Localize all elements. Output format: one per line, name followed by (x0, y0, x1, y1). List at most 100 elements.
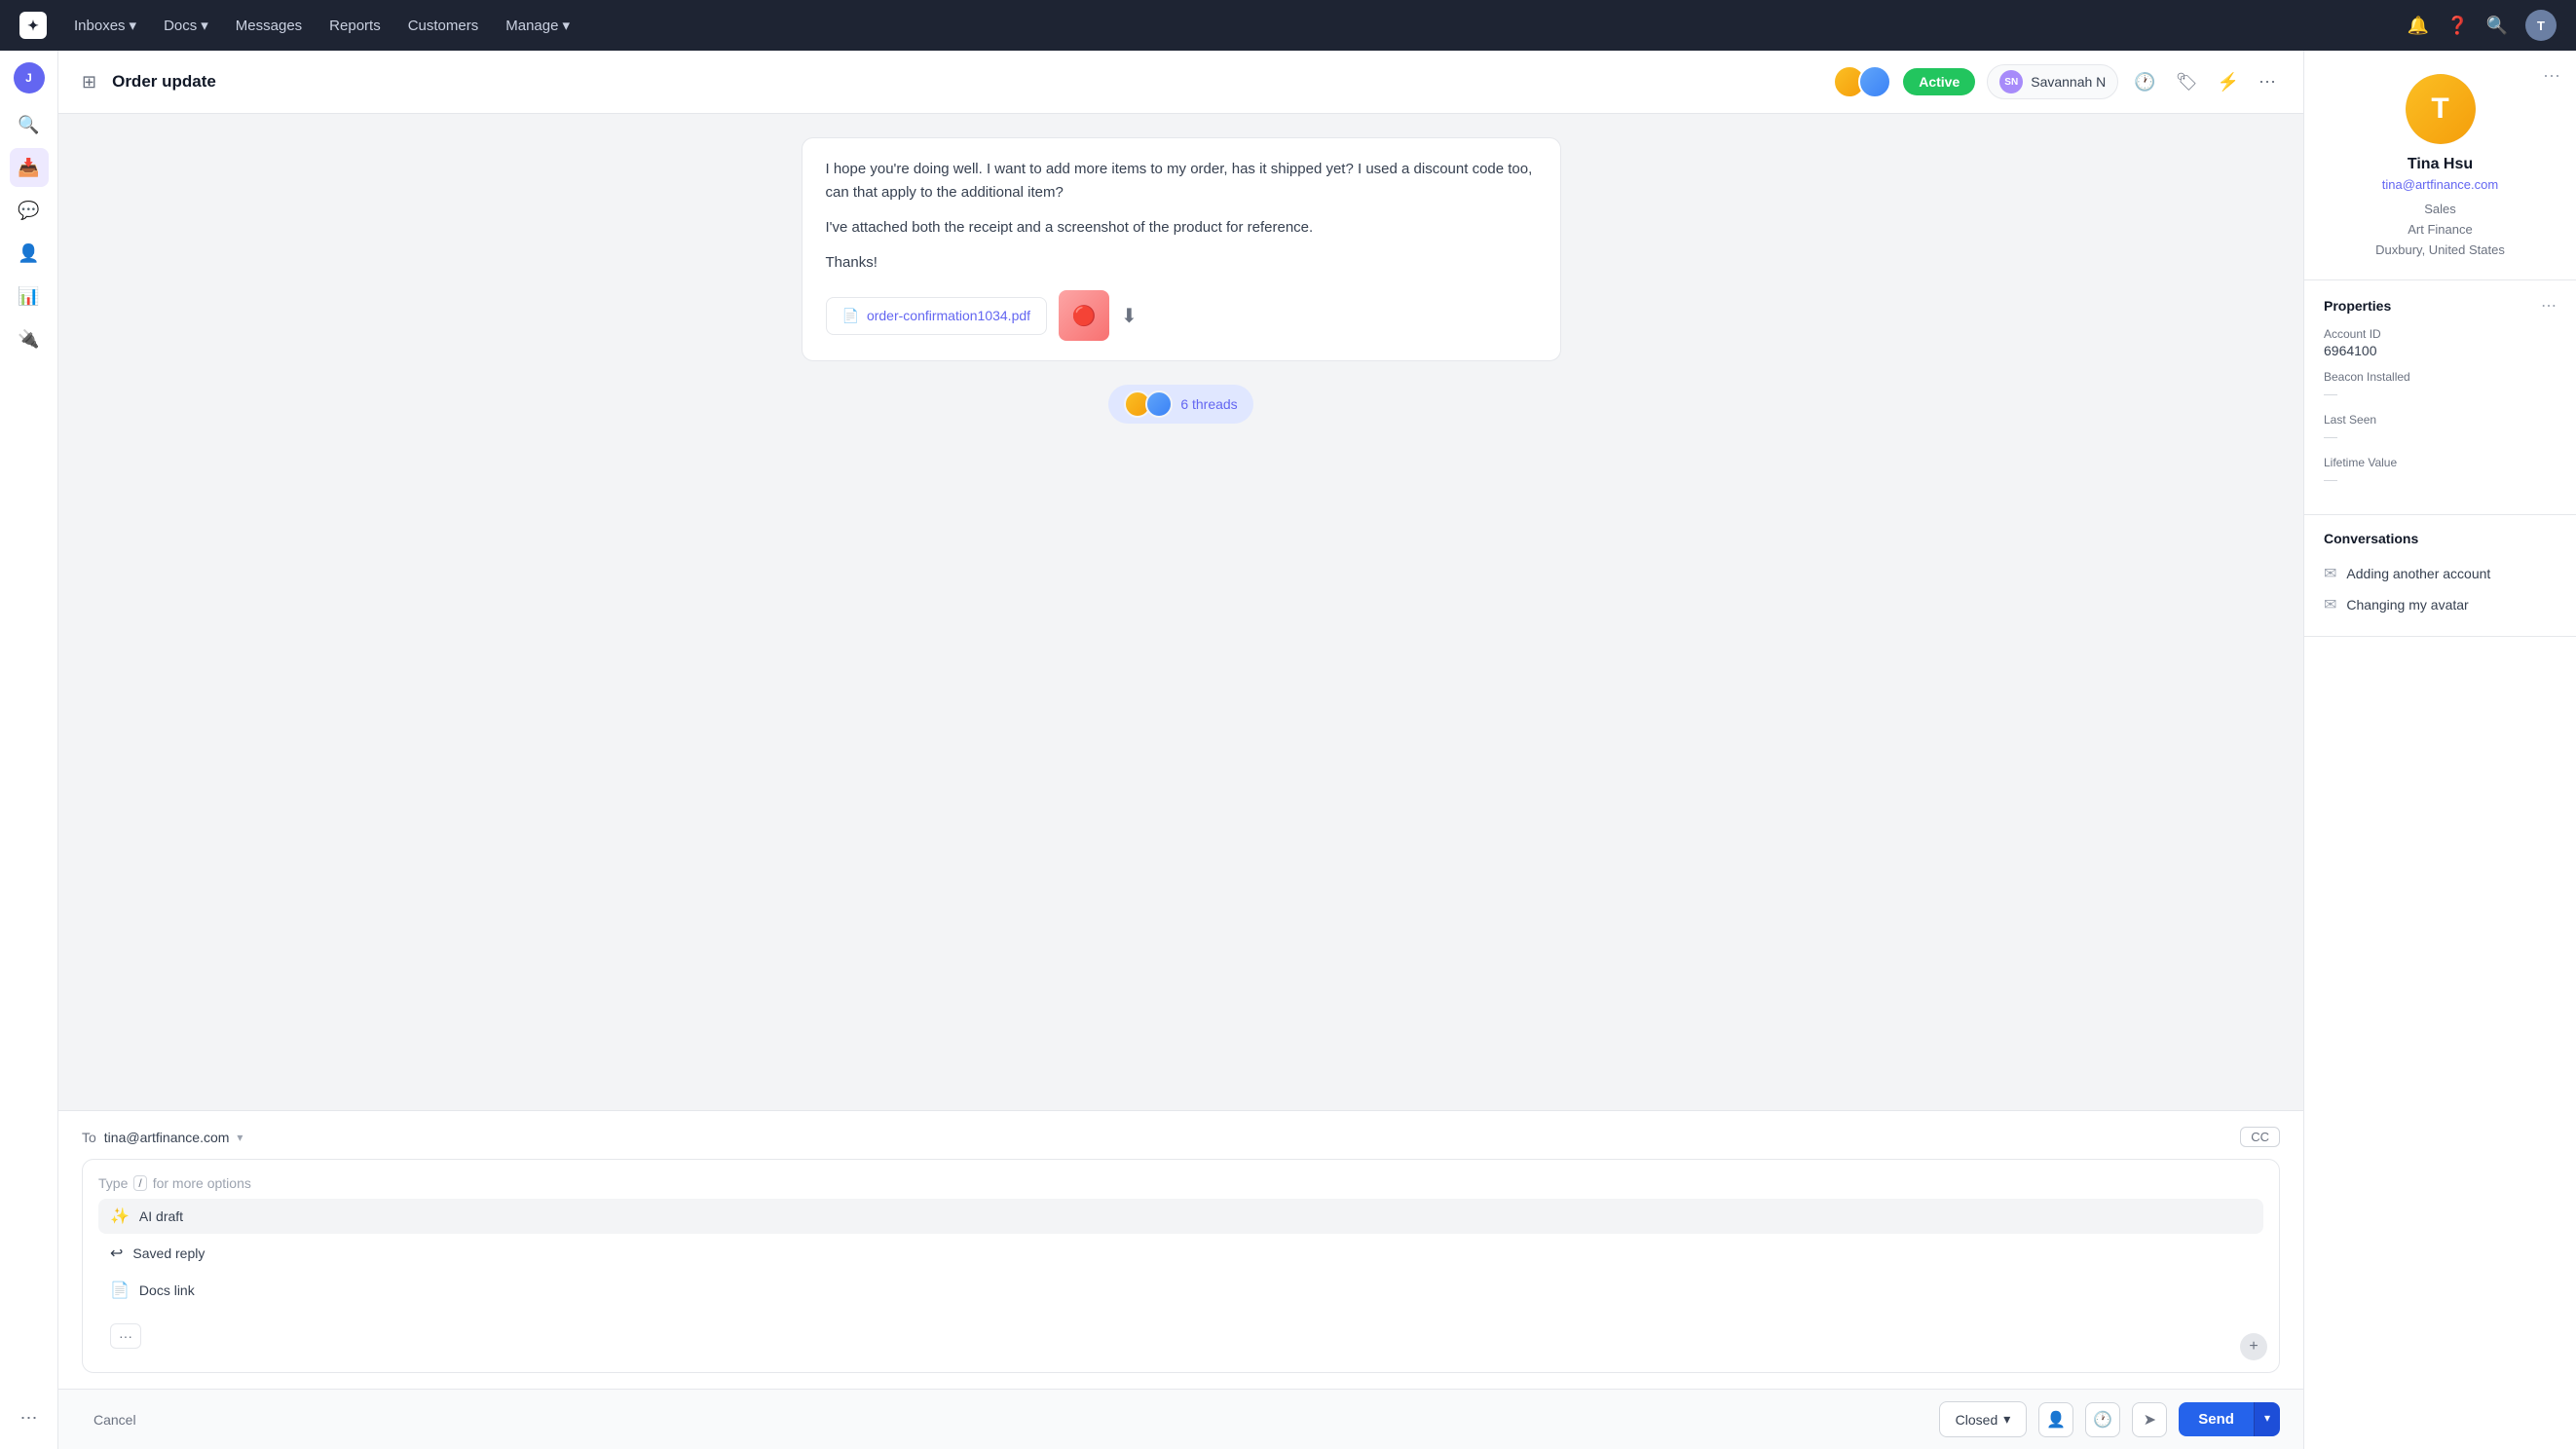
send-dropdown-button[interactable]: ▾ (2254, 1402, 2280, 1436)
cancel-button[interactable]: Cancel (82, 1404, 148, 1435)
more-icon[interactable]: ⋯ (2255, 68, 2280, 96)
assignee-name: Savannah N (2031, 74, 2106, 90)
threads-pill[interactable]: 6 threads (1108, 385, 1252, 424)
send-group: Send ▾ (2179, 1402, 2280, 1436)
agent-avatar-2 (1858, 65, 1891, 98)
account-id-value: 6964100 (2324, 343, 2557, 358)
conversations-header: Conversations (2324, 531, 2557, 546)
app-logo: ✦ (19, 12, 47, 39)
sidebar-icon-integrations[interactable]: 🔌 (10, 319, 49, 358)
send-arrow-icon-button[interactable]: ➤ (2132, 1402, 2167, 1437)
nav-docs[interactable]: Docs ▾ (164, 13, 208, 38)
properties-header: Properties ⋯ (2324, 296, 2557, 316)
agent-avatars (1833, 65, 1891, 98)
menu-item-docs-link[interactable]: 📄 Docs link (98, 1273, 2263, 1308)
closed-label: Closed (1956, 1412, 1998, 1428)
message-line-3: Thanks! (826, 251, 1537, 275)
add-attachment-button[interactable]: + (2240, 1333, 2267, 1360)
message-bubble: I hope you're doing well. I want to add … (802, 137, 1561, 361)
menu-item-ai-draft[interactable]: ✨ AI draft (98, 1199, 2263, 1234)
nav-reports[interactable]: Reports (329, 14, 381, 38)
saved-reply-icon: ↩ (110, 1244, 123, 1263)
download-icon[interactable]: ⬇ (1121, 304, 1138, 328)
sidebar-icon-contacts[interactable]: 👤 (10, 234, 49, 273)
panel-toggle-icon[interactable]: ⊞ (82, 72, 96, 93)
tag-icon[interactable]: 🏷 (2172, 68, 2202, 96)
beacon-label: Beacon Installed (2324, 370, 2557, 384)
workspace-avatar[interactable]: J (14, 62, 45, 93)
sidebar-icon-chat[interactable]: 💬 (10, 191, 49, 230)
sidebar-icon-reports[interactable]: 📊 (10, 277, 49, 316)
menu-item-saved-reply[interactable]: ↩ Saved reply (98, 1236, 2263, 1271)
message-text: I hope you're doing well. I want to add … (826, 158, 1537, 275)
more-options-button[interactable]: ··· (110, 1323, 141, 1349)
clock-icon[interactable]: 🕐 (2130, 68, 2159, 96)
conv-item-label-2: Changing my avatar (2346, 597, 2468, 613)
threads-count: 6 threads (1180, 396, 1237, 412)
threads-avatars (1124, 390, 1173, 418)
lightning-icon[interactable]: ⚡ (2214, 68, 2243, 96)
notifications-icon[interactable]: 🔔 (2408, 16, 2429, 36)
help-icon[interactable]: ❓ (2446, 16, 2468, 36)
last-seen-label: Last Seen (2324, 413, 2557, 427)
slash-hint: / (133, 1175, 146, 1191)
conversation-header: ⊞ Order update Active SN Savannah N 🕐 🏷 … (58, 51, 2303, 114)
search-icon[interactable]: 🔍 (2486, 16, 2508, 36)
sidebar-icon-search[interactable]: 🔍 (10, 105, 49, 144)
contact-email[interactable]: tina@artfinance.com (2382, 177, 2498, 192)
cc-button[interactable]: CC (2240, 1127, 2280, 1147)
reply-to-bar: To tina@artfinance.com ▾ CC (82, 1127, 2280, 1147)
assign-icon-button[interactable]: 👤 (2038, 1402, 2073, 1437)
pdf-filename: order-confirmation1034.pdf (867, 308, 1030, 323)
message-line-2: I've attached both the receipt and a scr… (826, 216, 1537, 240)
closed-button[interactable]: Closed ▾ (1939, 1401, 2028, 1437)
profile-more-icon[interactable]: ⋯ (2543, 66, 2560, 87)
conv-item-adding-account[interactable]: ✉ Adding another account (2324, 558, 2557, 589)
avatar-image: T (2406, 74, 2476, 144)
conversations-title: Conversations (2324, 531, 2418, 546)
bottom-bar: Cancel Closed ▾ 👤 🕐 ➤ Send ▾ (58, 1389, 2303, 1449)
reply-to-email[interactable]: tina@artfinance.com (104, 1130, 230, 1145)
properties-more-icon[interactable]: ⋯ (2541, 296, 2557, 316)
sidebar-icon-inbox[interactable]: 📥 (10, 148, 49, 187)
nav-messages[interactable]: Messages (236, 14, 302, 38)
pdf-icon: 📄 (842, 308, 859, 324)
conv-item-icon-2: ✉ (2324, 595, 2336, 614)
ai-draft-label: AI draft (139, 1208, 183, 1224)
send-button[interactable]: Send (2179, 1402, 2254, 1436)
properties-section: Properties ⋯ Account ID 6964100 Beacon I… (2304, 280, 2576, 515)
contact-location: Duxbury, United States (2375, 242, 2505, 257)
conv-item-changing-avatar[interactable]: ✉ Changing my avatar (2324, 589, 2557, 620)
docs-link-icon: 📄 (110, 1281, 130, 1300)
reply-editor[interactable]: Type / for more options ✨ AI draft ↩ Sav… (82, 1159, 2280, 1373)
active-badge[interactable]: Active (1903, 68, 1975, 95)
timer-icon-button[interactable]: 🕐 (2085, 1402, 2120, 1437)
sidebar-icon-more[interactable]: ⋯ (10, 1398, 49, 1437)
message-attachments: 📄 order-confirmation1034.pdf 🔴 ⬇ (826, 290, 1537, 341)
last-seen-row: Last Seen — (2324, 413, 2557, 444)
conv-item-icon-1: ✉ (2324, 564, 2336, 583)
user-avatar[interactable]: T (2525, 10, 2557, 41)
thread-avatar-2 (1145, 390, 1173, 418)
threads-indicator[interactable]: 6 threads (1108, 385, 1252, 424)
assignee-avatar: SN (1999, 70, 2023, 93)
image-attachment[interactable]: 🔴 (1059, 290, 1109, 341)
contact-meta: Sales Art Finance Duxbury, United States (2375, 200, 2505, 260)
saved-reply-label: Saved reply (132, 1245, 205, 1261)
assignee-pill[interactable]: SN Savannah N (1987, 64, 2118, 99)
contact-name: Tina Hsu (2408, 156, 2473, 173)
last-seen-value: — (2324, 428, 2557, 444)
top-nav: ✦ Inboxes ▾ Docs ▾ Messages Reports Cust… (0, 0, 2576, 51)
ai-draft-icon: ✨ (110, 1207, 130, 1226)
nav-customers[interactable]: Customers (408, 14, 479, 38)
reply-to-arrow: ▾ (237, 1131, 243, 1144)
contact-company: Art Finance (2408, 222, 2472, 237)
reply-area: To tina@artfinance.com ▾ CC Type / for m… (58, 1110, 2303, 1389)
img-emoji: 🔴 (1072, 304, 1097, 328)
pdf-attachment[interactable]: 📄 order-confirmation1034.pdf (826, 297, 1048, 335)
nav-manage[interactable]: Manage ▾ (505, 13, 570, 38)
content-area: ⊞ Order update Active SN Savannah N 🕐 🏷 … (58, 51, 2303, 1449)
lifetime-value-row: Lifetime Value — (2324, 456, 2557, 487)
nav-inboxes[interactable]: Inboxes ▾ (74, 13, 136, 38)
conversations-section: Conversations ✉ Adding another account ✉… (2304, 515, 2576, 637)
